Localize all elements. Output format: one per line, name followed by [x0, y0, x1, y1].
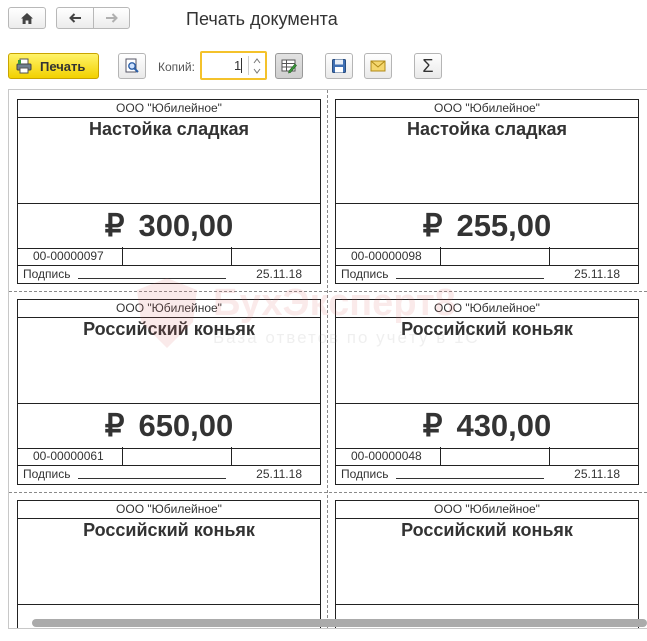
cell-divider	[440, 447, 441, 465]
text-cursor	[241, 58, 242, 73]
label-footer: Подпись 25.11.18	[18, 466, 320, 483]
price-box-top	[336, 604, 638, 605]
cell-divider	[549, 247, 550, 265]
product-name: Настойка сладкая	[406, 119, 568, 139]
price-value: 300,00	[138, 208, 234, 243]
product-code: 00-00000097	[33, 249, 104, 263]
label-date: 25.11.18	[574, 467, 620, 481]
signature-line	[78, 278, 226, 279]
email-button[interactable]	[364, 53, 392, 79]
print-button-label: Печать	[40, 58, 86, 74]
ruble-icon: ₽	[104, 208, 125, 243]
ruble-icon: ₽	[104, 408, 125, 443]
price-label: ООО "Юбилейное" Российский коньяк	[335, 500, 639, 628]
company-name: ООО "Юбилейное"	[18, 501, 320, 519]
signature-line	[78, 478, 226, 479]
copies-stepper[interactable]: 1	[200, 51, 267, 80]
company-name: ООО "Юбилейное"	[18, 300, 320, 318]
document-area[interactable]: ООО "Юбилейное" Настойка сладкая ₽ 300,0…	[8, 89, 647, 629]
code-row: 00-00000097	[18, 247, 320, 266]
ruble-icon: ₽	[422, 408, 443, 443]
label-footer: Подпись 25.11.18	[18, 266, 320, 283]
price-label: ООО "Юбилейное" Российский коньяк ₽ 430,…	[335, 299, 639, 485]
price-label: ООО "Юбилейное" Настойка сладкая ₽ 300,0…	[17, 99, 321, 284]
home-button[interactable]	[8, 7, 46, 29]
back-button[interactable]	[56, 7, 94, 29]
edit-button[interactable]	[275, 53, 303, 79]
price: ₽ 650,00	[18, 403, 320, 449]
cell-divider	[122, 247, 123, 265]
cell-divider	[231, 247, 232, 265]
signature-label: Подпись	[23, 267, 71, 281]
arrow-right-icon	[105, 13, 118, 23]
price: ₽ 300,00	[18, 203, 320, 249]
price-value: 650,00	[138, 408, 234, 443]
product-code: 00-00000061	[33, 449, 104, 463]
horizontal-scrollbar[interactable]	[32, 619, 647, 627]
printer-icon	[16, 58, 32, 74]
price: ₽ 255,00	[336, 203, 638, 249]
price-label: ООО "Юбилейное" Настойка сладкая ₽ 255,0…	[335, 99, 639, 284]
page-divider-vertical	[327, 90, 328, 628]
code-row: 00-00000098	[336, 247, 638, 266]
chevron-down-icon[interactable]	[253, 68, 261, 74]
cell-divider	[440, 247, 441, 265]
product-name: Российский коньяк	[401, 319, 573, 339]
product-name: Российский коньяк	[401, 520, 573, 540]
price-value: 430,00	[456, 408, 552, 443]
price-value: 255,00	[456, 208, 552, 243]
label-date: 25.11.18	[574, 267, 620, 281]
label-footer: Подпись 25.11.18	[336, 466, 638, 483]
forward-button[interactable]	[93, 7, 130, 29]
label-footer: Подпись 25.11.18	[336, 266, 638, 283]
stepper-divider	[248, 56, 249, 75]
product-code: 00-00000048	[351, 449, 422, 463]
floppy-disk-icon	[332, 59, 346, 73]
page-title: Печать документа	[186, 9, 338, 29]
preview-button[interactable]	[118, 53, 146, 79]
label-date: 25.11.18	[256, 467, 302, 481]
company-name: ООО "Юбилейное"	[18, 100, 320, 118]
signature-line	[396, 478, 544, 479]
price-label: ООО "Юбилейное" Российский коньяк	[17, 500, 321, 628]
arrow-left-icon	[69, 13, 81, 23]
page-divider-horizontal	[9, 291, 647, 292]
envelope-icon	[370, 60, 386, 72]
product-name: Российский коньяк	[83, 319, 255, 339]
product-code: 00-00000098	[351, 249, 422, 263]
company-name: ООО "Юбилейное"	[336, 100, 638, 118]
edit-table-icon	[281, 59, 297, 74]
code-row: 00-00000048	[336, 447, 638, 466]
signature-label: Подпись	[23, 467, 71, 481]
company-name: ООО "Юбилейное"	[336, 300, 638, 318]
sum-button[interactable]: Σ	[414, 53, 442, 79]
copies-label: Копий:	[158, 60, 195, 74]
page-divider-horizontal	[9, 492, 647, 493]
chevron-up-icon[interactable]	[253, 58, 261, 64]
signature-label: Подпись	[341, 267, 389, 281]
product-name: Российский коньяк	[83, 520, 255, 540]
cell-divider	[549, 447, 550, 465]
print-button[interactable]: Печать	[8, 53, 99, 79]
signature-line	[396, 278, 544, 279]
label-date: 25.11.18	[256, 267, 302, 281]
preview-icon	[125, 58, 139, 73]
ruble-icon: ₽	[422, 208, 443, 243]
price: ₽ 430,00	[336, 403, 638, 449]
price-box-top	[18, 604, 320, 605]
signature-label: Подпись	[341, 467, 389, 481]
cell-divider	[122, 447, 123, 465]
price-label: ООО "Юбилейное" Российский коньяк ₽ 650,…	[17, 299, 321, 485]
cell-divider	[231, 447, 232, 465]
product-name: Настойка сладкая	[88, 119, 250, 139]
home-icon	[21, 12, 33, 24]
code-row: 00-00000061	[18, 447, 320, 466]
save-button[interactable]	[325, 53, 353, 79]
sigma-icon: Σ	[422, 55, 434, 76]
company-name: ООО "Юбилейное"	[336, 501, 638, 519]
